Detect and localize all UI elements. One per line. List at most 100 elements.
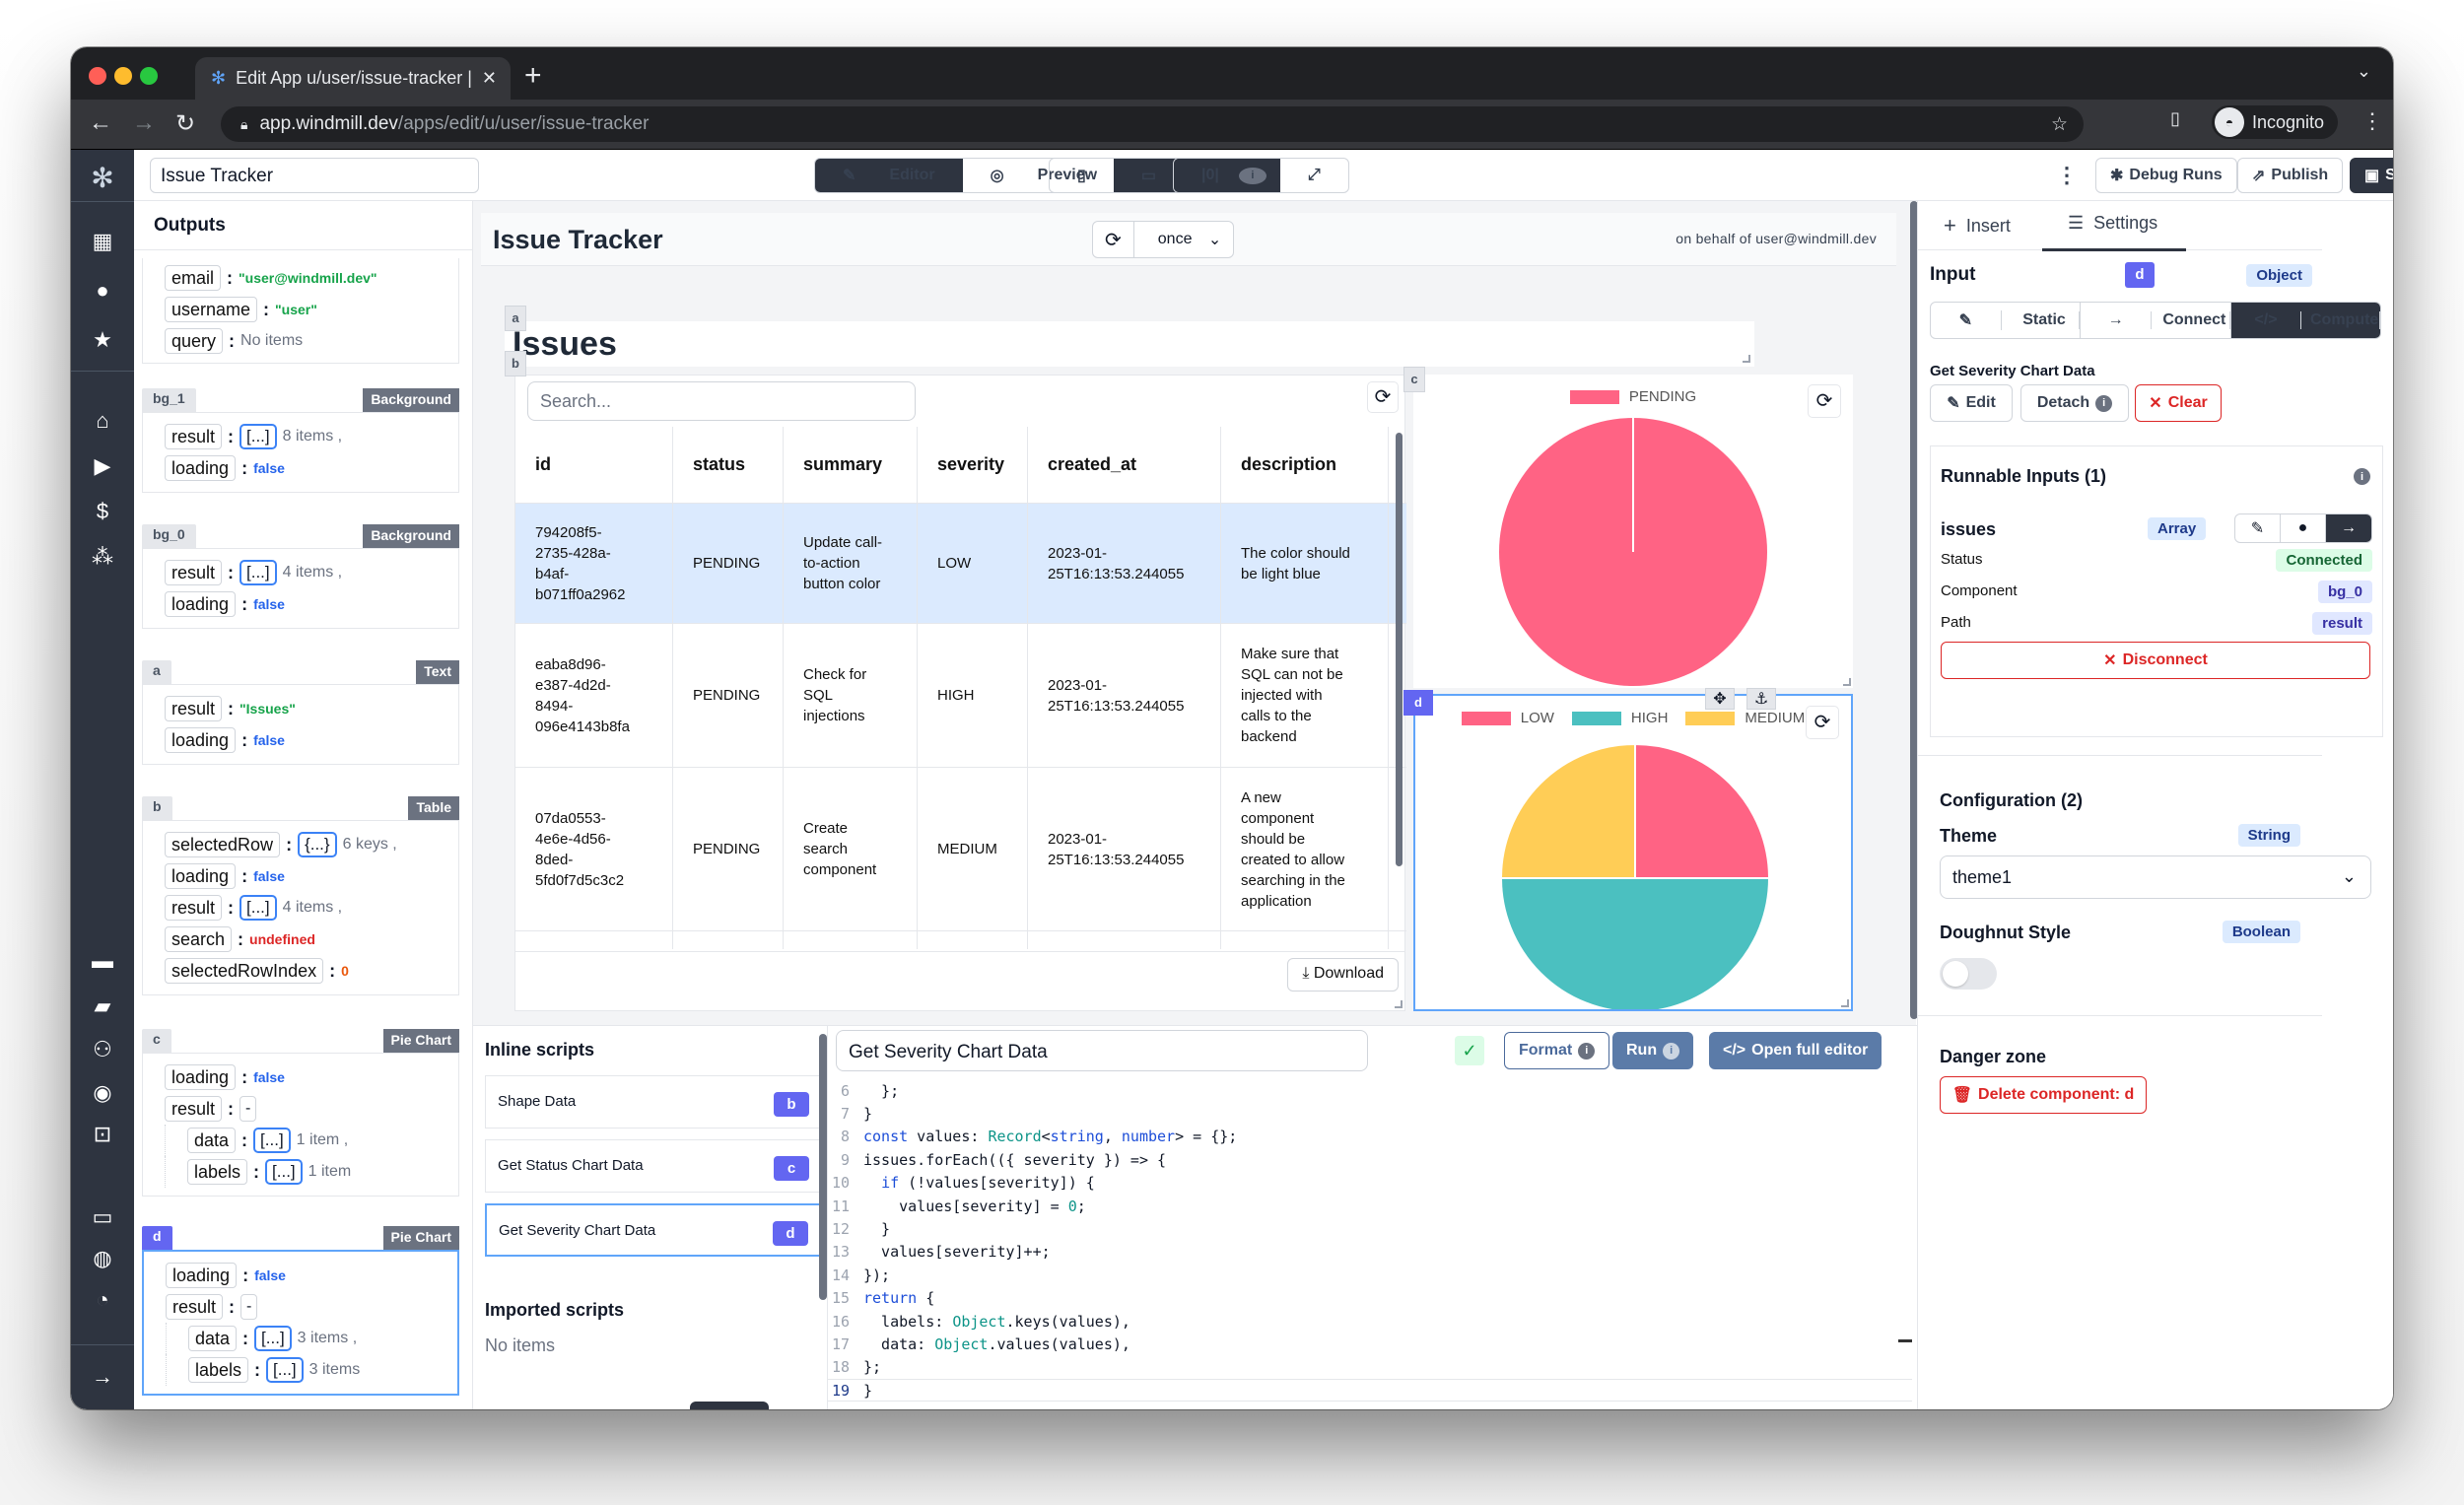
output-key[interactable]: selectedRow — [165, 832, 281, 857]
inline-script-item[interactable]: Shape Data b — [485, 1075, 822, 1129]
column-header[interactable]: summary — [784, 427, 918, 503]
delete-component-button[interactable]: 🗑︎ Delete component: d — [1940, 1076, 2147, 1114]
output-key[interactable]: email — [165, 265, 222, 291]
book-icon[interactable]: ▭ — [71, 1204, 134, 1230]
play-icon[interactable]: ▶ — [71, 453, 134, 479]
resize-handle[interactable] — [1841, 999, 1849, 1007]
fixed-width-button[interactable]: |0| i — [1174, 159, 1280, 192]
windmill-logo-icon[interactable]: ✻ — [71, 162, 134, 194]
publish-button[interactable]: ⇗ Publish — [2237, 158, 2344, 193]
code-area[interactable]: 6 }; 7} 8 const values: Record<string, numb… — [828, 1079, 1912, 1409]
output-key[interactable]: loading — [166, 1263, 238, 1288]
dollar-icon[interactable]: $ — [71, 499, 134, 524]
output-key[interactable]: result — [165, 424, 223, 449]
text-component-a[interactable]: Issues — [505, 321, 1336, 367]
home-icon[interactable]: ⌂ — [71, 408, 134, 434]
component-tag-d[interactable]: d — [1403, 690, 1433, 716]
output-key[interactable]: selectedRowIndex — [165, 958, 324, 984]
eye-icon[interactable]: ◉ — [71, 1080, 134, 1106]
output-key[interactable]: loading — [165, 591, 237, 617]
fullscreen-button[interactable]: ⤢ — [1280, 159, 1348, 192]
discord-icon[interactable]: ◍ — [71, 1246, 134, 1271]
scripts-scrollbar[interactable] — [819, 1034, 827, 1300]
output-key[interactable]: labels — [187, 1159, 248, 1185]
download-button[interactable]: ⤓ Download — [1287, 958, 1399, 992]
expand-value-button[interactable]: [...] — [253, 1128, 291, 1153]
recompute-frequency-select[interactable]: once ⌄ — [1134, 222, 1234, 257]
column-header[interactable]: status — [673, 427, 784, 503]
anchor-icon[interactable]: ⚓︎ — [1746, 688, 1776, 710]
collapse-button[interactable]: - — [240, 1096, 257, 1122]
close-tab-icon[interactable]: ✕ — [482, 68, 497, 89]
more-menu-icon[interactable]: ⋮ — [2042, 158, 2091, 193]
output-key[interactable]: data — [187, 1128, 237, 1153]
table-search-input[interactable]: Search... — [527, 381, 916, 421]
refresh-all-icon[interactable]: ⟳ — [1093, 222, 1134, 257]
compute-mode-button[interactable]: </> Compute — [2230, 303, 2380, 338]
calendar-icon[interactable]: ▬ — [71, 948, 134, 974]
user-icon[interactable]: ● — [2281, 514, 2326, 542]
component-tag-c[interactable]: c — [1403, 367, 1425, 392]
pie-slice-high[interactable] — [1499, 877, 1771, 1009]
column-header[interactable]: severity — [918, 427, 1028, 503]
format-button[interactable]: Format i — [1504, 1032, 1610, 1069]
output-key[interactable]: loading — [165, 455, 237, 481]
edit-script-button[interactable]: ✎ Edit — [1930, 384, 2013, 422]
component-id-tab[interactable]: d — [142, 1226, 172, 1250]
address-bar[interactable]: 🔒︎ app.windmill.dev/apps/edit/u/user/iss… — [221, 106, 2084, 142]
cubes-icon[interactable]: ⁂ — [71, 544, 134, 570]
output-key[interactable]: labels — [188, 1357, 249, 1383]
profile-button[interactable]: ◓ Incognito — [2212, 105, 2339, 139]
forward-icon[interactable]: → — [132, 109, 156, 137]
table-row[interactable]: 07da0553- 4e6e-4d56- 8ded- 5fd0f7d5c3c2 P… — [515, 768, 1406, 931]
column-header[interactable]: description — [1221, 427, 1389, 503]
output-key[interactable]: result — [165, 1096, 223, 1122]
component-id-tab[interactable]: b — [142, 796, 172, 820]
open-full-editor-button[interactable]: </> Open full editor — [1709, 1032, 1882, 1069]
move-handle-icon[interactable]: ✥ — [1705, 688, 1735, 710]
component-id-tab[interactable]: c — [142, 1029, 171, 1053]
mobile-view-button[interactable]: ▯ — [1050, 159, 1114, 192]
table-component-b[interactable]: Search... ⟳ id status summary severity creat… — [514, 375, 1406, 1011]
resize-handle[interactable] — [1843, 678, 1851, 686]
github-icon[interactable]: ◔ — [71, 1287, 134, 1313]
minimize-window-button[interactable] — [114, 67, 132, 85]
table-row[interactable]: 794208f5- 2735-428a- b4af- b071ff0a2962 P… — [515, 504, 1406, 624]
expand-value-button[interactable]: [...] — [240, 424, 277, 449]
connect-mode-button[interactable]: → Connect — [2081, 303, 2231, 338]
output-key[interactable]: loading — [165, 1064, 237, 1090]
table-scrollbar[interactable] — [1396, 433, 1403, 866]
bookmark-star-icon[interactable]: ☆ — [2051, 113, 2068, 136]
table-row[interactable]: eaba8d96- e387-4d2d- 8494- 096e4143b8fa P… — [515, 624, 1406, 768]
tab-settings[interactable]: ☰ Settings — [2068, 213, 2157, 234]
user-icon[interactable]: ● — [71, 278, 134, 304]
expand-value-button[interactable]: [...] — [254, 1326, 292, 1351]
browser-tab[interactable]: ✻ Edit App u/user/issue-tracker | ✕ — [195, 57, 511, 100]
output-key[interactable]: result — [165, 895, 223, 921]
new-tab-button[interactable]: + — [524, 59, 542, 93]
column-header[interactable]: id — [515, 427, 673, 503]
editor-mode-button[interactable]: ✎ Editor — [815, 159, 963, 192]
output-key[interactable]: result — [166, 1294, 224, 1320]
output-key[interactable]: data — [188, 1326, 238, 1351]
theme-select[interactable]: theme1 ⌄ — [1940, 855, 2371, 899]
tab-search-icon[interactable]: ⌄ — [2357, 61, 2371, 82]
expand-value-button[interactable]: [...] — [265, 1159, 303, 1185]
expand-value-button[interactable]: [...] — [240, 560, 277, 585]
expand-value-button[interactable]: [...] — [240, 895, 277, 921]
detach-button[interactable]: Detach i — [2020, 384, 2129, 422]
inline-script-item[interactable]: Get Severity Chart Data d — [485, 1203, 822, 1257]
pencil-icon[interactable]: ✎ — [2235, 514, 2281, 542]
save-button[interactable]: ▣ Save — [2350, 158, 2393, 193]
component-tag-b[interactable]: b — [505, 351, 526, 376]
pie-slice-low[interactable] — [1634, 742, 1771, 879]
robot-icon[interactable]: ⊡ — [71, 1122, 134, 1147]
close-window-button[interactable] — [89, 67, 106, 85]
output-key[interactable]: username — [165, 297, 258, 322]
output-key[interactable]: search — [165, 926, 233, 952]
collapse-button[interactable]: - — [240, 1294, 258, 1320]
resize-handle[interactable] — [1395, 1000, 1403, 1008]
component-id-tab[interactable]: bg_0 — [142, 524, 196, 548]
users-icon[interactable]: ⚇ — [71, 1037, 134, 1062]
calculator-icon[interactable]: ▦ — [71, 229, 134, 254]
